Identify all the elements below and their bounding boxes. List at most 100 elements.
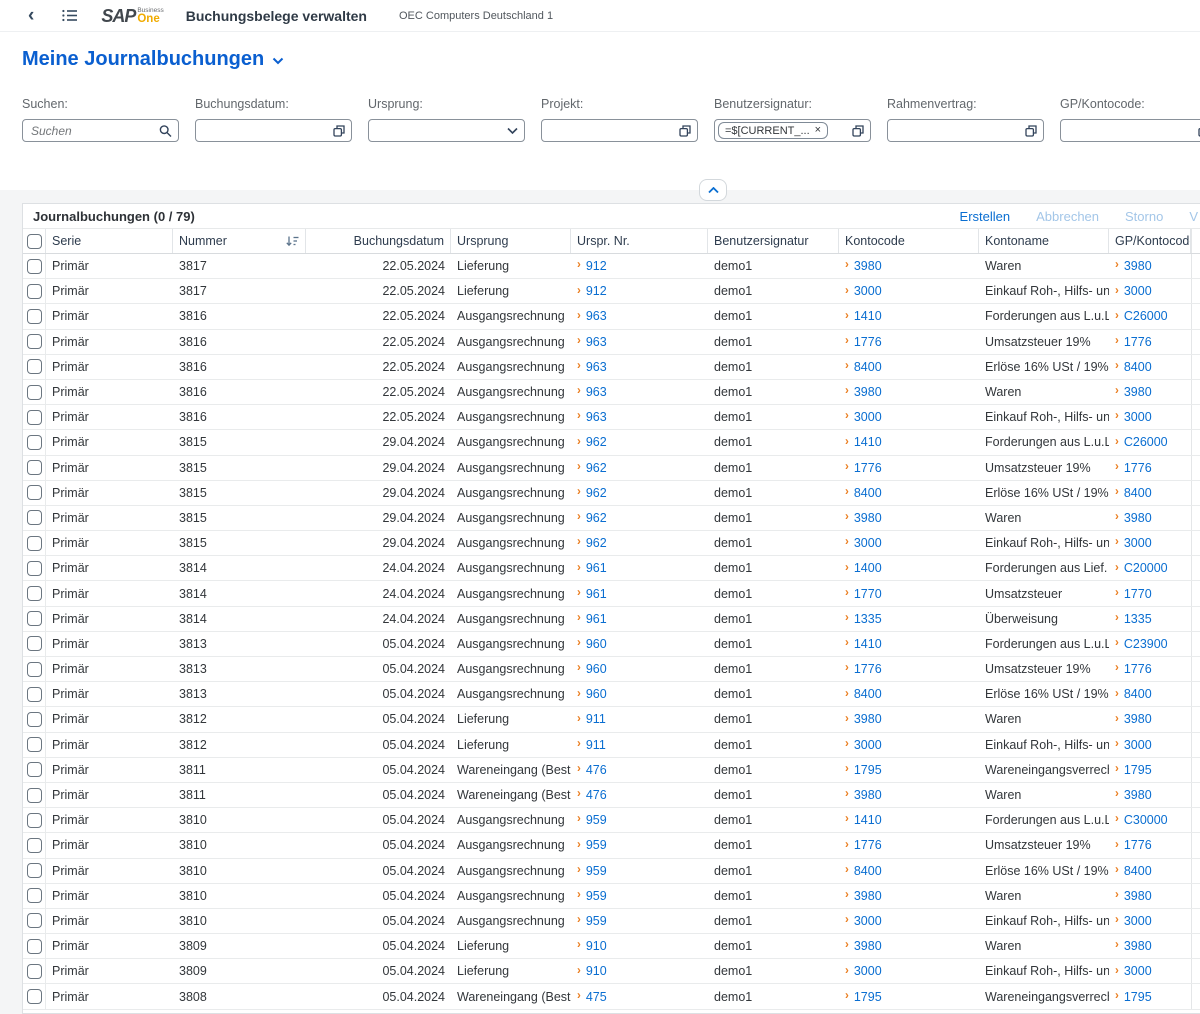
account-code-link[interactable]: 1335 bbox=[854, 612, 882, 626]
bp-account-code-link[interactable]: 1776 bbox=[1124, 838, 1152, 852]
origin-no-link[interactable]: 959 bbox=[586, 889, 607, 903]
bp-account-code-link[interactable]: 3000 bbox=[1124, 410, 1152, 424]
account-code-link[interactable]: 8400 bbox=[854, 687, 882, 701]
table-row[interactable]: Primär381622.05.2024Ausgangsrechnung›963… bbox=[23, 330, 1200, 355]
bp-account-code-link[interactable]: 1795 bbox=[1124, 763, 1152, 777]
row-checkbox[interactable] bbox=[27, 460, 42, 475]
origin-no-link[interactable]: 962 bbox=[586, 511, 607, 525]
account-code-link[interactable]: 3980 bbox=[854, 788, 882, 802]
row-checkbox[interactable] bbox=[27, 863, 42, 878]
origin-no-link[interactable]: 963 bbox=[586, 360, 607, 374]
account-code-link[interactable]: 1410 bbox=[854, 435, 882, 449]
row-checkbox[interactable] bbox=[27, 485, 42, 500]
table-row[interactable]: Primär381005.04.2024Ausgangsrechnung›959… bbox=[23, 884, 1200, 909]
origin-select[interactable] bbox=[368, 119, 525, 142]
account-code-link[interactable]: 1776 bbox=[854, 335, 882, 349]
account-code-link[interactable]: 1410 bbox=[854, 637, 882, 651]
chevron-down-icon[interactable] bbox=[507, 127, 518, 134]
row-checkbox[interactable] bbox=[27, 636, 42, 651]
search-icon[interactable] bbox=[159, 124, 172, 137]
table-row[interactable]: Primär381529.04.2024Ausgangsrechnung›962… bbox=[23, 531, 1200, 556]
table-row[interactable]: Primär381622.05.2024Ausgangsrechnung›963… bbox=[23, 355, 1200, 380]
table-row[interactable]: Primär381205.04.2024Lieferung›911demo1›3… bbox=[23, 733, 1200, 758]
row-checkbox[interactable] bbox=[27, 259, 42, 274]
account-code-link[interactable]: 1776 bbox=[854, 461, 882, 475]
filter-token[interactable]: =$[CURRENT_... × bbox=[718, 122, 828, 139]
table-row[interactable]: Primär381305.04.2024Ausgangsrechnung›960… bbox=[23, 682, 1200, 707]
row-checkbox[interactable] bbox=[27, 510, 42, 525]
origin-no-link[interactable]: 963 bbox=[586, 309, 607, 323]
account-code-link[interactable]: 1400 bbox=[854, 561, 882, 575]
bp-account-code-link[interactable]: 3980 bbox=[1124, 259, 1152, 273]
bp-account-code-link[interactable]: 3000 bbox=[1124, 536, 1152, 550]
row-checkbox[interactable] bbox=[27, 586, 42, 601]
origin-no-link[interactable]: 961 bbox=[586, 587, 607, 601]
bp-account-code-link[interactable]: 3980 bbox=[1124, 939, 1152, 953]
row-checkbox[interactable] bbox=[27, 359, 42, 374]
table-row[interactable]: Primär381424.04.2024Ausgangsrechnung›961… bbox=[23, 607, 1200, 632]
account-code-link[interactable]: 3000 bbox=[854, 284, 882, 298]
column-header-nummer[interactable]: Nummer bbox=[173, 229, 306, 253]
value-help-icon[interactable] bbox=[679, 125, 691, 137]
table-row[interactable]: Primär381622.05.2024Ausgangsrechnung›963… bbox=[23, 304, 1200, 329]
row-checkbox[interactable] bbox=[27, 687, 42, 702]
storno-button[interactable]: Storno bbox=[1125, 209, 1163, 224]
bp-account-code-link[interactable]: 3980 bbox=[1124, 511, 1152, 525]
row-checkbox[interactable] bbox=[27, 284, 42, 299]
column-header-kontoname[interactable]: Kontoname bbox=[979, 229, 1109, 253]
origin-no-link[interactable]: 910 bbox=[586, 964, 607, 978]
column-header-ursprung[interactable]: Ursprung bbox=[451, 229, 571, 253]
value-help-icon[interactable] bbox=[333, 125, 345, 137]
bp-account-code-link[interactable]: 8400 bbox=[1124, 687, 1152, 701]
account-code-link[interactable]: 3000 bbox=[854, 914, 882, 928]
account-code-link[interactable]: 3980 bbox=[854, 259, 882, 273]
account-code-link[interactable]: 3000 bbox=[854, 738, 882, 752]
origin-no-link[interactable]: 476 bbox=[586, 788, 607, 802]
column-header-gp-kontocode[interactable]: GP/Kontocode bbox=[1109, 229, 1191, 253]
token-clear-icon[interactable]: × bbox=[815, 125, 821, 136]
row-checkbox[interactable] bbox=[27, 309, 42, 324]
table-row[interactable]: Primär381005.04.2024Ausgangsrechnung›959… bbox=[23, 833, 1200, 858]
table-row[interactable]: Primär380805.04.2024Wareneingang (Bestel… bbox=[23, 984, 1200, 1009]
bp-account-code-link[interactable]: 3000 bbox=[1124, 964, 1152, 978]
bp-account-code-link[interactable]: C23900 bbox=[1124, 637, 1168, 651]
table-row[interactable]: Primär380905.04.2024Lieferung›910demo1›3… bbox=[23, 959, 1200, 984]
account-code-link[interactable]: 3000 bbox=[854, 410, 882, 424]
table-row[interactable]: Primär381722.05.2024Lieferung›912demo1›3… bbox=[23, 254, 1200, 279]
account-code-link[interactable]: 3980 bbox=[854, 889, 882, 903]
table-row[interactable]: Primär381622.05.2024Ausgangsrechnung›963… bbox=[23, 380, 1200, 405]
bp-account-code-link[interactable]: C26000 bbox=[1124, 435, 1168, 449]
bp-account-code-link[interactable]: 8400 bbox=[1124, 864, 1152, 878]
search-input[interactable] bbox=[22, 119, 179, 142]
table-row[interactable]: Primär381305.04.2024Ausgangsrechnung›960… bbox=[23, 632, 1200, 657]
origin-no-link[interactable]: 962 bbox=[586, 435, 607, 449]
row-checkbox[interactable] bbox=[27, 561, 42, 576]
row-checkbox[interactable] bbox=[27, 888, 42, 903]
row-checkbox[interactable] bbox=[27, 410, 42, 425]
row-checkbox[interactable] bbox=[27, 536, 42, 551]
column-header-urspr-nr[interactable]: Urspr. Nr. bbox=[571, 229, 708, 253]
origin-no-link[interactable]: 962 bbox=[586, 536, 607, 550]
bp-account-code-link[interactable]: 1770 bbox=[1124, 587, 1152, 601]
bp-account-code-link[interactable]: 1795 bbox=[1124, 990, 1152, 1004]
row-checkbox[interactable] bbox=[27, 385, 42, 400]
row-checkbox[interactable] bbox=[27, 813, 42, 828]
column-header-kontocode[interactable]: Kontocode bbox=[839, 229, 979, 253]
bp-account-code-input[interactable] bbox=[1060, 119, 1200, 142]
row-checkbox[interactable] bbox=[27, 939, 42, 954]
origin-no-link[interactable]: 960 bbox=[586, 662, 607, 676]
bp-account-code-link[interactable]: 3000 bbox=[1124, 284, 1152, 298]
bp-account-code-link[interactable]: 1776 bbox=[1124, 461, 1152, 475]
posting-date-input[interactable] bbox=[195, 119, 352, 142]
account-code-link[interactable]: 3980 bbox=[854, 385, 882, 399]
row-checkbox[interactable] bbox=[27, 662, 42, 677]
origin-no-link[interactable]: 963 bbox=[586, 385, 607, 399]
select-all-checkbox[interactable] bbox=[27, 234, 42, 249]
bp-account-code-link[interactable]: 8400 bbox=[1124, 486, 1152, 500]
origin-no-link[interactable]: 960 bbox=[586, 637, 607, 651]
column-header-benutzersignatur[interactable]: Benutzersignatur bbox=[708, 229, 839, 253]
table-row[interactable]: Primär381105.04.2024Wareneingang (Bestel… bbox=[23, 783, 1200, 808]
account-code-link[interactable]: 1770 bbox=[854, 587, 882, 601]
account-code-link[interactable]: 8400 bbox=[854, 486, 882, 500]
bp-account-code-link[interactable]: 3980 bbox=[1124, 712, 1152, 726]
